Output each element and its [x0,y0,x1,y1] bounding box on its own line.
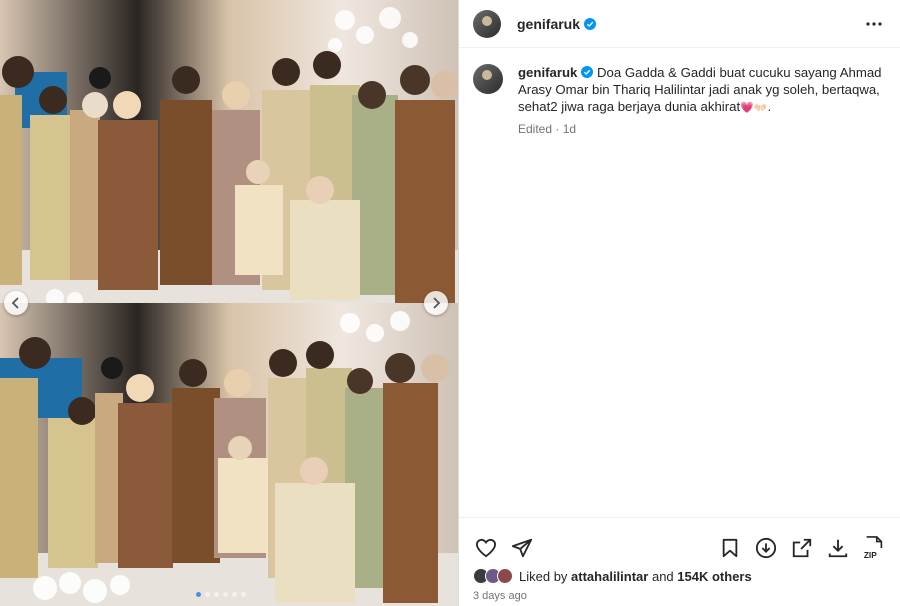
group-photo-bottom [0,303,458,606]
post-age[interactable]: 1d [563,122,576,136]
likes-user[interactable]: attahalilintar [571,569,648,584]
post-caption: genifaruk Doa Gadda & Gaddi buat cucuku … [459,48,900,138]
download-icon [828,539,848,558]
carousel-dot[interactable] [205,592,210,597]
caption-end: . [767,99,772,114]
carousel-dots [196,592,246,597]
chevron-right-icon [433,297,441,309]
share-icon [511,538,533,558]
verified-badge-icon [581,66,594,78]
save-button[interactable] [717,535,743,561]
caption-body: genifaruk Doa Gadda & Gaddi buat cucuku … [518,64,886,138]
download-button[interactable] [825,535,851,561]
group-photo-top [0,0,458,303]
bookmark-icon [722,538,738,558]
caption-meta: Edited · 1d [518,122,577,136]
action-icons-row: ZIP [459,518,900,566]
share-button[interactable] [509,535,535,561]
edited-label: Edited [518,122,553,136]
caption-avatar[interactable] [473,64,503,94]
post-side-panel: genifaruk genifaruk Doa Gadda & Gaddi bu… [458,0,900,606]
carousel-prev-button[interactable] [4,291,28,315]
heart-icon [475,538,497,558]
carousel-dot[interactable] [214,592,219,597]
chevron-left-icon [11,297,19,309]
verified-badge-icon [584,17,597,30]
carousel-dot[interactable] [196,592,201,597]
author-avatar[interactable] [473,9,501,38]
open-external-button[interactable] [789,535,815,561]
carousel-dot[interactable] [223,592,228,597]
like-button[interactable] [473,535,499,561]
zip-download-button[interactable]: ZIP [861,535,887,561]
author-username[interactable]: genifaruk [517,16,580,32]
more-icon [866,21,882,26]
likes-prefix: Liked by [519,568,568,584]
caption-username[interactable]: genifaruk [518,65,577,80]
post-header: genifaruk [459,0,900,48]
liker-avatar[interactable] [497,568,513,584]
actions-bar: ZIP Liked by attahalilintar and 154K oth… [459,517,900,606]
download-circle-icon [755,537,777,559]
post-timestamp[interactable]: 3 days ago [459,584,900,602]
carousel-dot[interactable] [241,592,246,597]
photo-top [0,0,458,303]
download-media-button[interactable] [753,535,779,561]
more-options-button[interactable] [862,12,886,36]
likes-row: Liked by attahalilintar and 154K others [459,568,900,584]
post-media[interactable] [0,0,458,606]
caption-emojis: 💗👐🏻 [740,102,768,114]
likes-conjunction: and [651,568,674,584]
liker-avatars[interactable] [473,568,513,584]
open-external-icon [792,538,812,558]
likes-others[interactable]: 154K others [677,569,751,584]
photo-bottom [0,303,458,606]
carousel-next-button[interactable] [424,291,448,315]
carousel-dot[interactable] [232,592,237,597]
zip-label: ZIP [864,550,877,560]
zip-icon: ZIP [864,536,883,560]
